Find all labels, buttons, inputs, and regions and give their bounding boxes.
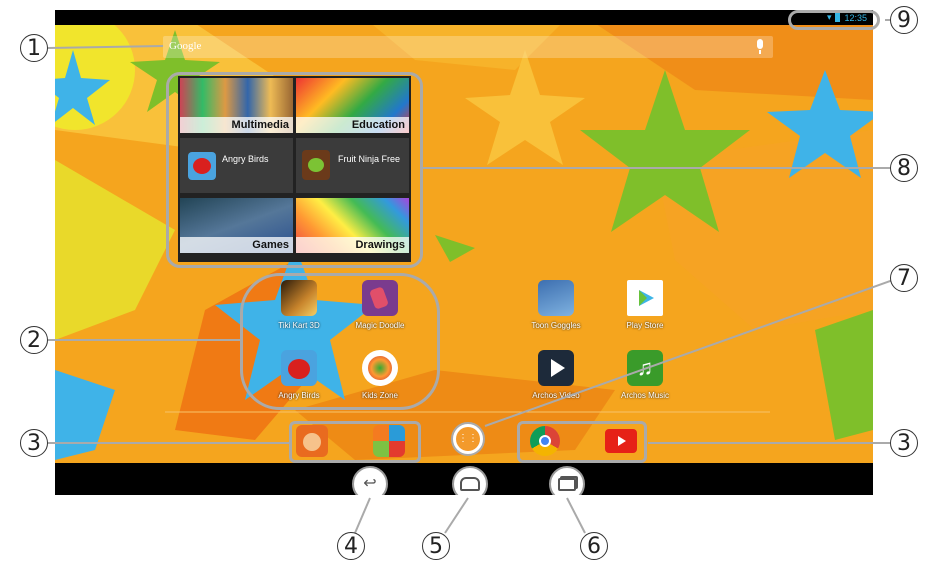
folder-drawings[interactable]: Drawings <box>296 198 409 253</box>
back-icon: ↩ <box>363 475 377 492</box>
app-magic-doodle[interactable]: Magic Doodle <box>330 280 430 330</box>
widget-label-angry-birds: Angry Birds <box>222 154 269 164</box>
widget-label-education: Education <box>351 119 405 131</box>
magic-doodle-icon <box>362 280 398 316</box>
color-square <box>389 441 405 457</box>
widget-label-fruit-ninja: Fruit Ninja Free <box>338 154 401 164</box>
app-archos-video[interactable]: Archos Video <box>506 350 606 400</box>
chrome-center <box>539 435 551 447</box>
callout-7: 7 <box>890 264 918 292</box>
dock-app-bear[interactable] <box>296 425 328 457</box>
back-button[interactable]: ↩ <box>352 466 388 495</box>
search-input[interactable]: Google <box>169 40 201 52</box>
kids-zone-icon <box>362 350 398 386</box>
callout-3-right: 3 <box>890 429 918 457</box>
all-apps-button[interactable]: ⋮⋮ <box>451 422 485 456</box>
app-toon-goggles[interactable]: Toon Goggles <box>506 280 606 330</box>
angry-birds-app-icon <box>281 350 317 386</box>
archos-music-icon: ♫ <box>627 350 663 386</box>
toon-goggles-icon <box>538 280 574 316</box>
status-highlight <box>788 10 880 30</box>
widget-label-games: Games <box>252 239 289 251</box>
dock-app-chrome[interactable] <box>530 426 560 456</box>
youtube-play-icon <box>618 436 626 446</box>
recent-apps-icon <box>558 477 576 491</box>
app-play-store[interactable]: Play Store <box>595 280 695 330</box>
google-search-bar[interactable]: Google <box>163 36 773 58</box>
doodle-shape <box>369 286 389 310</box>
app-label: Play Store <box>626 321 664 330</box>
bird-shape <box>193 158 211 174</box>
ball-shape <box>368 356 392 380</box>
bear-face <box>303 433 321 451</box>
folder-multimedia[interactable]: Multimedia <box>180 78 293 133</box>
widget-grid: Multimedia Education Angry Birds Fruit N… <box>178 76 411 262</box>
mic-icon[interactable] <box>757 39 763 49</box>
app-label: Kids Zone <box>361 391 399 400</box>
archos-video-icon <box>538 350 574 386</box>
tiki-kart-icon <box>281 280 317 316</box>
tablet-screen: ▾ 12:35 Google Multimedia Education Angr… <box>55 10 873 495</box>
play-store-icon <box>627 280 663 316</box>
callout-3-left: 3 <box>20 429 48 457</box>
angry-birds-icon <box>188 152 216 180</box>
folder-education[interactable]: Education <box>296 78 409 133</box>
bird-shape <box>288 359 310 379</box>
app-drawer-icon: ⋮⋮ <box>456 427 480 451</box>
callout-2: 2 <box>20 326 48 354</box>
fruit-ninja-icon <box>302 150 330 180</box>
widget-label-drawings: Drawings <box>355 239 405 251</box>
folder-fruit-ninja[interactable]: Fruit Ninja Free <box>296 138 409 193</box>
folder-angry-birds[interactable]: Angry Birds <box>180 138 293 193</box>
app-label: Archos Video <box>532 391 580 400</box>
app-kids-zone[interactable]: Kids Zone <box>330 350 430 400</box>
dock-app-youtube[interactable] <box>605 429 637 453</box>
app-label: Toon Goggles <box>531 321 581 330</box>
color-square <box>373 441 389 457</box>
video-play <box>551 359 565 377</box>
color-square <box>389 425 405 441</box>
recent-apps-button[interactable] <box>549 466 585 495</box>
callout-8: 8 <box>890 154 918 182</box>
fruit-shape <box>308 158 324 172</box>
dock-app-colors[interactable] <box>373 425 405 457</box>
callout-1: 1 <box>20 34 48 62</box>
app-archos-music[interactable]: ♫ Archos Music <box>595 350 695 400</box>
play-triangle <box>639 290 654 306</box>
callout-5: 5 <box>422 532 450 560</box>
callout-9: 9 <box>890 6 918 34</box>
mic-stand <box>759 50 761 54</box>
home-icon <box>460 477 480 491</box>
widget-label-multimedia: Multimedia <box>231 119 289 131</box>
color-square <box>373 425 389 441</box>
status-bar: ▾ 12:35 <box>55 10 873 25</box>
app-label: Archos Music <box>620 391 669 400</box>
folder-games[interactable]: Games <box>180 198 293 253</box>
home-button[interactable] <box>452 466 488 495</box>
callout-6: 6 <box>580 532 608 560</box>
app-label: Magic Doodle <box>355 321 405 330</box>
callout-4: 4 <box>337 532 365 560</box>
